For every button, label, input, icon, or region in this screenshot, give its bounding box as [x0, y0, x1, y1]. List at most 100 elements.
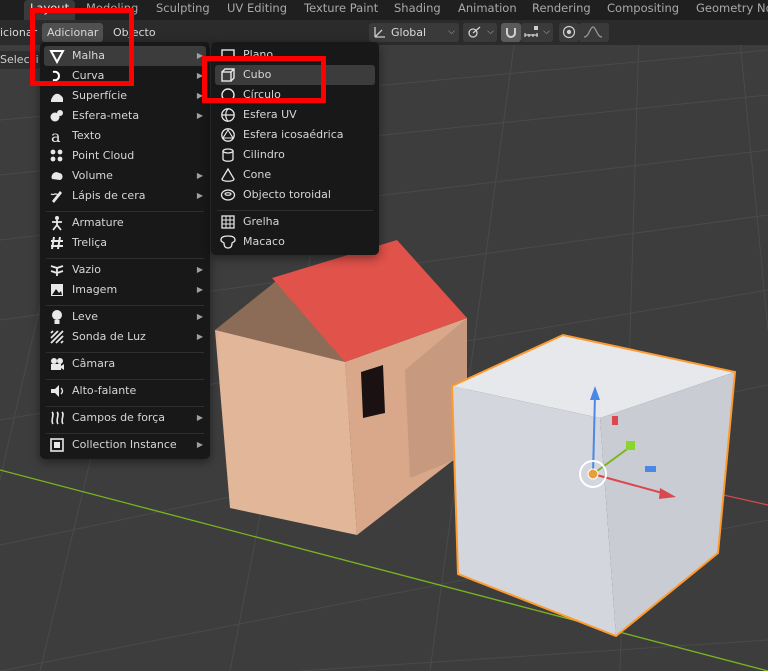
snap-increment-icon [524, 26, 538, 37]
menu-item-ico-sphere[interactable]: Esfera icosaédrica [215, 125, 375, 145]
menu-adicionar[interactable]: Adicionar [42, 23, 104, 42]
cube-icon [221, 68, 235, 82]
menu-item-armature[interactable]: Armature [44, 213, 206, 233]
menu-item-label: Cone [243, 168, 272, 181]
menu-item-label: Cilindro [243, 148, 285, 161]
menu-item-light-probe[interactable]: Sonda de Luz ▶ [44, 327, 206, 347]
proportional-editing-toggle[interactable] [559, 23, 579, 42]
menu-item-cone[interactable]: Cone [215, 165, 375, 185]
falloff-curve-icon [583, 26, 603, 38]
menu-item-empty[interactable]: Vazio ▶ [44, 260, 206, 280]
chevron-down-icon: ⌵ [448, 27, 455, 37]
menu-objecto[interactable]: Objecto [113, 23, 156, 42]
image-icon [51, 284, 63, 296]
orientation-icon [374, 27, 385, 38]
menu-item-label: Cubo [243, 68, 272, 81]
submenu-arrow-icon: ▶ [196, 111, 203, 120]
menu-item-cube[interactable]: Cubo [215, 65, 375, 85]
menu-item-label: Campos de força [72, 411, 165, 424]
metaball-icon [50, 110, 63, 122]
menu-item-label: Curva [72, 69, 105, 82]
menu-item-collection-instance[interactable]: Collection Instance ▶ [44, 435, 206, 455]
menu-item-label: Malha [72, 49, 105, 62]
snap-target-dropdown[interactable]: ⌵ [521, 23, 553, 42]
chevron-down-icon: ⌵ [543, 27, 550, 37]
tab-uv-editing[interactable]: UV Editing [227, 0, 287, 20]
menu-item-torus[interactable]: Objecto toroidal [215, 185, 375, 205]
menu-item-force-field[interactable]: Campos de força ▶ [44, 408, 206, 428]
grease-pencil-icon [50, 191, 62, 203]
menu-item-cylinder[interactable]: Cilindro [215, 145, 375, 165]
uv-sphere-icon [221, 108, 235, 122]
pivot-point-dropdown[interactable]: ⌵ [463, 23, 497, 42]
menu-item-point-cloud[interactable]: Point Cloud [44, 146, 206, 166]
point-cloud-icon [50, 149, 63, 162]
plane-icon [221, 49, 235, 61]
submenu-arrow-icon: ▶ [196, 91, 203, 100]
menu-item-grid[interactable]: Grelha [215, 212, 375, 232]
menu-separator [46, 352, 204, 353]
torus-icon [220, 189, 236, 201]
menu-item-metaball[interactable]: Esfera-meta ▶ [44, 106, 206, 126]
menu-item-circle[interactable]: Círculo [215, 85, 375, 105]
tab-modeling[interactable]: Modeling [86, 0, 138, 20]
snap-toggle[interactable] [501, 23, 521, 42]
menu-item-camera[interactable]: Câmara [44, 354, 206, 374]
menu-item-light[interactable]: Leve ▶ [44, 307, 206, 327]
select-dropdown-cut[interactable]: Selecci [0, 51, 40, 69]
tab-shading[interactable]: Shading [394, 0, 441, 20]
menu-item-label: Sonda de Luz [72, 330, 146, 343]
menu-item-label: Esfera icosaédrica [243, 128, 344, 141]
menu-item-surface[interactable]: Superfície ▶ [44, 86, 206, 106]
empty-icon [50, 265, 64, 276]
tab-geometry-nodes[interactable]: Geometry Nodes [696, 0, 768, 20]
text-icon: a [51, 128, 61, 144]
menu-item-uv-sphere[interactable]: Esfera UV [215, 105, 375, 125]
menu-item-mesh[interactable]: Malha ▶ [44, 46, 206, 66]
menu-item-label: Esfera UV [243, 108, 297, 121]
submenu-arrow-icon: ▶ [196, 312, 203, 321]
menu-item-label: Lápis de cera [72, 189, 146, 202]
proportional-falloff-dropdown[interactable] [579, 23, 609, 42]
menu-item-image[interactable]: Imagem ▶ [44, 280, 206, 300]
menu-item-label: Câmara [72, 357, 116, 370]
submenu-arrow-icon: ▶ [196, 440, 203, 449]
tab-sculpting[interactable]: Sculpting [156, 0, 210, 20]
tab-rendering[interactable]: Rendering [532, 0, 591, 20]
monkey-icon [220, 235, 236, 249]
armature-icon [52, 216, 62, 231]
menu-item-volume[interactable]: Volume ▶ [44, 166, 206, 186]
menu-item-curve[interactable]: Curva ▶ [44, 66, 206, 86]
menu-item-label: Collection Instance [72, 438, 177, 451]
submenu-arrow-icon: ▶ [196, 265, 203, 274]
tab-animation[interactable]: Animation [458, 0, 517, 20]
lattice-icon [51, 236, 63, 250]
transform-orientation-dropdown[interactable]: Global ⌵ [369, 23, 459, 42]
menu-separator [46, 406, 204, 407]
menu-item-label: Vazio [72, 263, 101, 276]
menu-item-text[interactable]: a Texto [44, 126, 206, 146]
volume-icon [51, 172, 63, 180]
menu-item-monkey[interactable]: Macaco [215, 232, 375, 252]
menu-item-label: Esfera-meta [72, 109, 140, 122]
submenu-arrow-icon: ▶ [196, 413, 203, 422]
menu-item-label: Texto [72, 129, 101, 142]
menu-separator [46, 305, 204, 306]
menu-separator [46, 211, 204, 212]
menu-item-label: Imagem [72, 283, 118, 296]
tab-compositing[interactable]: Compositing [607, 0, 679, 20]
magnet-icon [506, 28, 516, 38]
menu-item-label: Círculo [243, 88, 281, 101]
menu-item-label: Point Cloud [72, 149, 135, 162]
menu-separator [46, 258, 204, 259]
menu-item-plane[interactable]: Plano [215, 45, 375, 65]
menu-item-grease-pencil[interactable]: Lápis de cera ▶ [44, 186, 206, 206]
menu-add-cut[interactable]: icionar [0, 23, 37, 42]
tab-texture-paint[interactable]: Texture Paint [304, 0, 378, 20]
tab-layout[interactable]: Layout [24, 0, 76, 20]
menu-item-speaker[interactable]: Alto-falante [44, 381, 206, 401]
menu-item-label: Objecto toroidal [243, 188, 331, 201]
workspace-tab-bar: Layout Modeling Sculpting UV Editing Tex… [0, 0, 768, 20]
menu-item-lattice[interactable]: Treliça [44, 233, 206, 253]
proportional-edit-icon [562, 25, 576, 39]
